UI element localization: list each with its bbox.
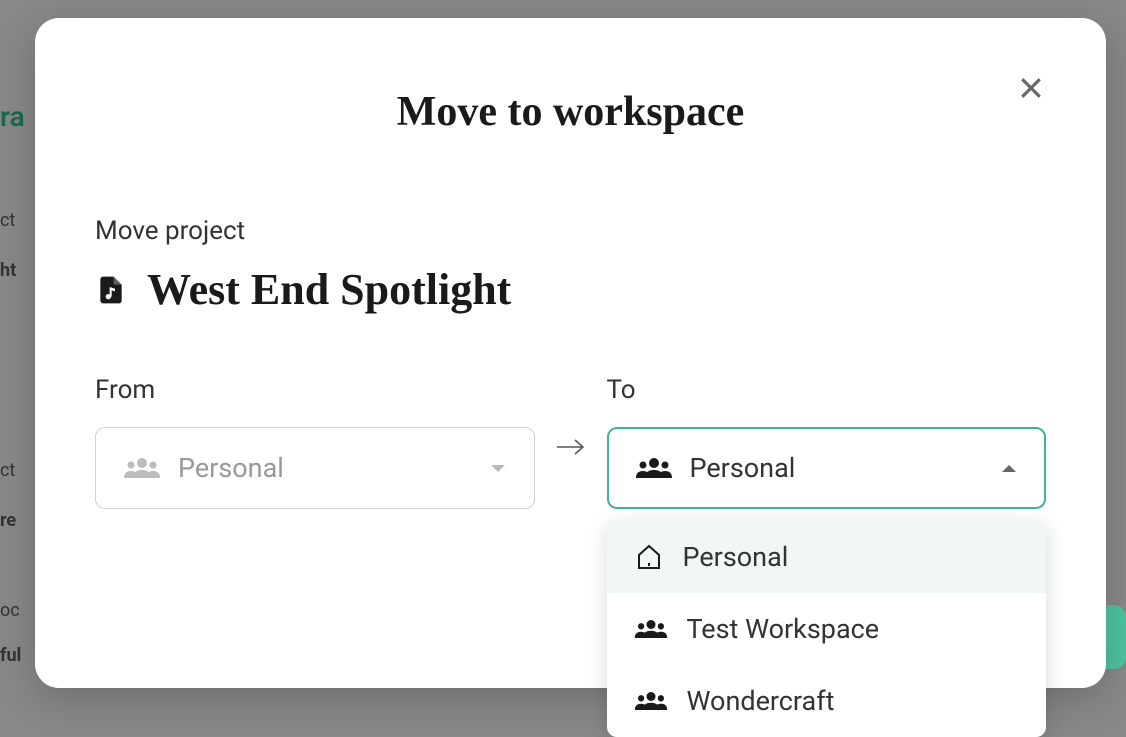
from-column: From Personal (95, 375, 535, 509)
close-icon (1016, 73, 1046, 103)
people-icon (122, 456, 162, 480)
bg-label: oc (0, 600, 20, 621)
from-to-row: From Personal (95, 375, 1046, 509)
music-file-icon (95, 274, 127, 306)
from-select: Personal (95, 427, 535, 509)
arrow-right-icon (555, 437, 587, 457)
close-button[interactable] (1011, 68, 1051, 108)
move-project-label: Move project (95, 216, 1046, 246)
move-workspace-modal: Move to workspace Move project West End … (35, 18, 1106, 688)
bg-label: ht (0, 260, 16, 281)
bg-label: ful (0, 645, 21, 666)
caret-down-icon (488, 461, 508, 475)
to-label: To (607, 375, 1047, 405)
bg-partial-text: ra (0, 100, 25, 133)
bg-label: ct (0, 210, 15, 231)
dropdown-option-wondercraft[interactable]: Wondercraft (607, 665, 1047, 737)
to-column: To Personal (607, 375, 1047, 509)
bg-label: ct (0, 460, 15, 481)
bg-label: re (0, 510, 16, 531)
to-value: Personal (690, 452, 984, 484)
modal-title: Move to workspace (95, 88, 1046, 136)
dropdown-option-personal[interactable]: Personal (607, 521, 1047, 593)
caret-up-icon (999, 461, 1019, 475)
to-dropdown: Personal Test Workspace (607, 521, 1047, 737)
to-select[interactable]: Personal (607, 427, 1047, 509)
people-icon (633, 689, 669, 713)
home-icon (633, 541, 665, 573)
from-label: From (95, 375, 535, 405)
from-value: Personal (178, 452, 472, 484)
dropdown-option-label: Wondercraft (687, 685, 835, 717)
people-icon (634, 456, 674, 480)
project-row: West End Spotlight (95, 264, 1046, 315)
people-icon (633, 617, 669, 641)
dropdown-option-test-workspace[interactable]: Test Workspace (607, 593, 1047, 665)
dropdown-option-label: Personal (683, 541, 789, 573)
project-name: West End Spotlight (147, 264, 511, 315)
arrow-column (555, 375, 587, 457)
dropdown-option-label: Test Workspace (687, 613, 880, 645)
